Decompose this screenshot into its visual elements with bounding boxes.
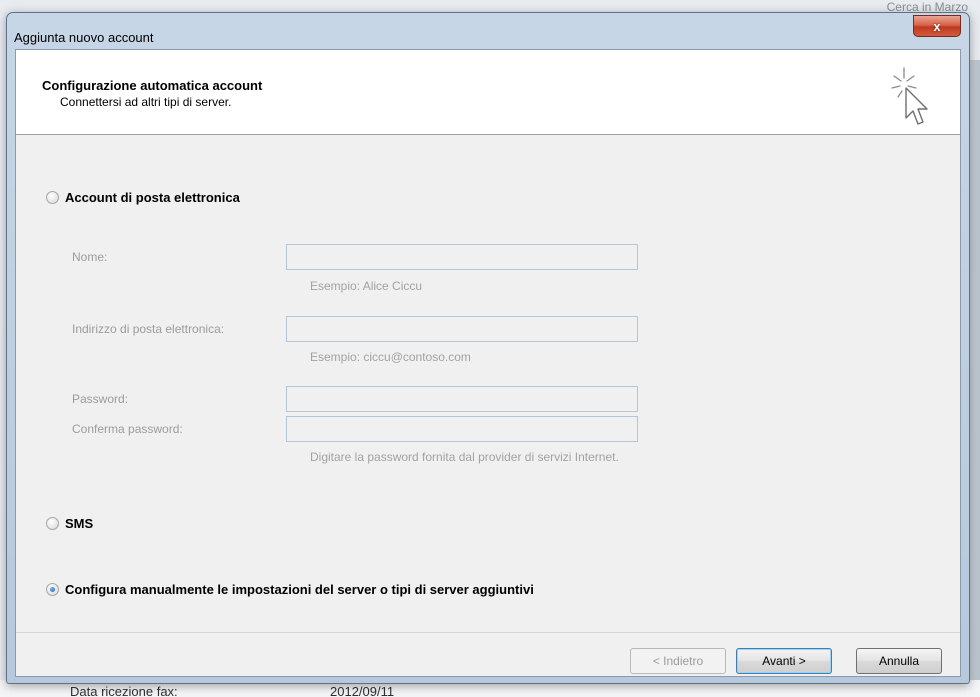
email-hint: Esempio: ciccu@contoso.com [310,350,471,364]
name-field[interactable] [286,244,638,270]
password-label: Password: [72,392,129,406]
background-fax-date-label: Data ricezione fax: [70,684,178,697]
back-button[interactable]: < Indietro [630,648,726,674]
email-account-label: Account di posta elettronica [65,190,240,205]
footer-divider [16,632,960,633]
cancel-button[interactable]: Annulla [856,648,942,674]
sms-label: SMS [65,516,94,531]
add-account-dialog: Aggiunta nuovo account x Configurazione … [6,12,970,684]
password-field[interactable] [286,386,638,412]
name-label: Nome: [72,250,108,264]
dialog-titlebar[interactable]: Aggiunta nuovo account x [7,13,969,49]
sms-radio[interactable] [46,517,59,530]
option-email-account[interactable]: Account di posta elettronica [46,190,240,205]
header-title: Configurazione automatica account [42,78,263,93]
option-sms[interactable]: SMS [46,516,93,531]
close-button[interactable]: x [913,15,961,37]
manual-configuration-radio[interactable] [46,583,59,596]
dialog-title: Aggiunta nuovo account [14,30,154,45]
wizard-header: Configurazione automatica account Connet… [16,50,960,135]
header-subtitle: Connettersi ad altri tipi di server. [60,95,232,109]
next-button[interactable]: Avanti > [736,648,832,674]
email-field[interactable] [286,316,638,342]
wizard-cursor-icon [891,67,928,125]
confirm-password-label: Conferma password: [72,422,183,436]
option-manual-configuration[interactable]: Configura manualmente le impostazioni de… [46,582,534,597]
email-label: Indirizzo di posta elettronica: [72,322,225,336]
dialog-client-area: Configurazione automatica account Connet… [15,49,961,677]
background-fax-date-value: 2012/09/11 [330,684,395,697]
confirm-password-field[interactable] [286,416,638,442]
name-hint: Esempio: Alice Ciccu [310,279,423,293]
email-account-radio[interactable] [46,191,59,204]
close-icon: x [933,18,941,34]
manual-configuration-label: Configura manualmente le impostazioni de… [65,582,534,597]
password-hint: Digitare la password fornita dal provide… [310,450,619,464]
